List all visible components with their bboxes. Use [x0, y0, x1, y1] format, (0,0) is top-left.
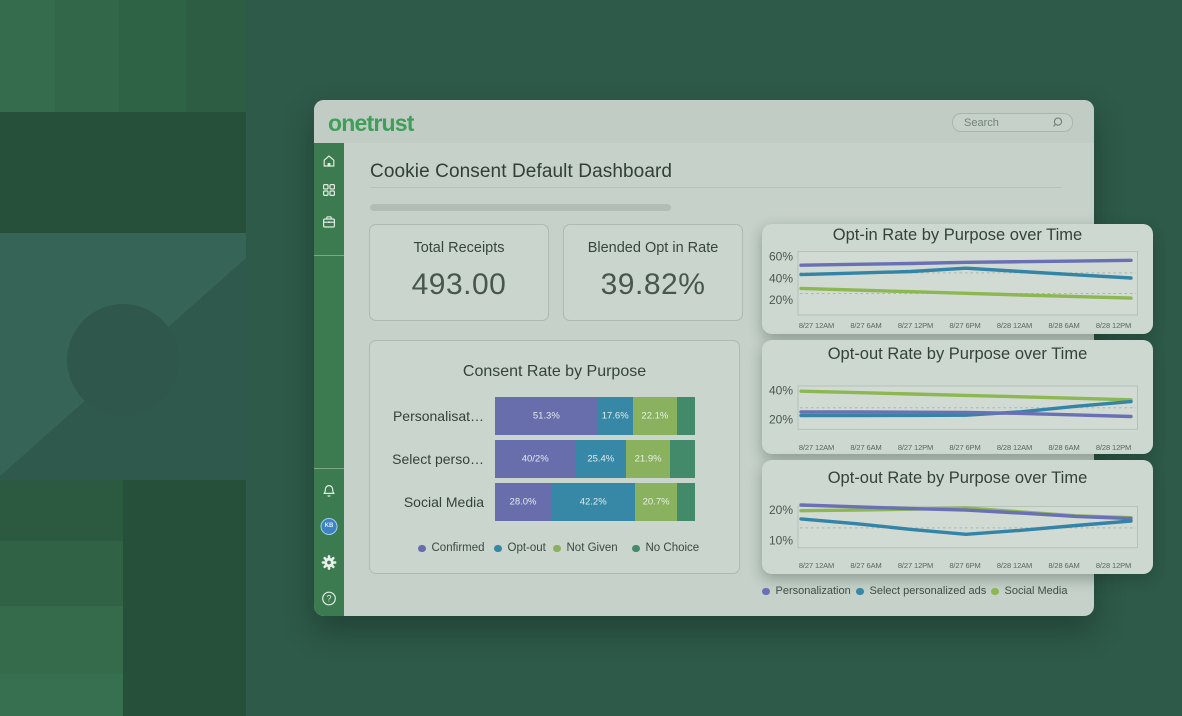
svg-text:40%: 40%: [769, 383, 793, 397]
svg-text:8/27 6AM: 8/27 6AM: [850, 321, 881, 330]
svg-text:8/27 12AM: 8/27 12AM: [799, 561, 834, 570]
svg-text:8/28 12PM: 8/28 12PM: [1096, 321, 1131, 330]
svg-text:?: ?: [326, 594, 331, 604]
svg-text:8/27 6AM: 8/27 6AM: [850, 561, 881, 570]
svg-text:8/27 12PM: 8/27 12PM: [898, 321, 933, 330]
svg-text:8/27 12AM: 8/27 12AM: [799, 443, 834, 452]
svg-text:8/27 6PM: 8/27 6PM: [949, 321, 980, 330]
svg-text:8/28 12AM: 8/28 12AM: [997, 561, 1032, 570]
svg-text:8/27 12PM: 8/27 12PM: [898, 443, 933, 452]
svg-text:20%: 20%: [769, 293, 793, 307]
svg-text:8/27 6PM: 8/27 6PM: [949, 561, 980, 570]
svg-text:20%: 20%: [769, 503, 793, 517]
svg-text:8/27 12PM: 8/27 12PM: [898, 561, 933, 570]
svg-text:8/28 12AM: 8/28 12AM: [997, 443, 1032, 452]
svg-text:8/27 6AM: 8/27 6AM: [850, 443, 881, 452]
svg-text:8/28 6AM: 8/28 6AM: [1048, 321, 1079, 330]
svg-text:8/28 12PM: 8/28 12PM: [1096, 443, 1131, 452]
svg-text:8/28 12AM: 8/28 12AM: [997, 321, 1032, 330]
svg-text:10%: 10%: [769, 533, 793, 547]
svg-text:8/28 6AM: 8/28 6AM: [1048, 443, 1079, 452]
svg-text:8/27 12AM: 8/27 12AM: [799, 321, 834, 330]
svg-text:8/28 12PM: 8/28 12PM: [1096, 561, 1131, 570]
svg-text:40%: 40%: [769, 272, 793, 286]
svg-text:20%: 20%: [769, 412, 793, 426]
svg-text:60%: 60%: [769, 250, 793, 264]
svg-text:8/28 6AM: 8/28 6AM: [1048, 561, 1079, 570]
svg-text:8/27 6PM: 8/27 6PM: [949, 443, 980, 452]
